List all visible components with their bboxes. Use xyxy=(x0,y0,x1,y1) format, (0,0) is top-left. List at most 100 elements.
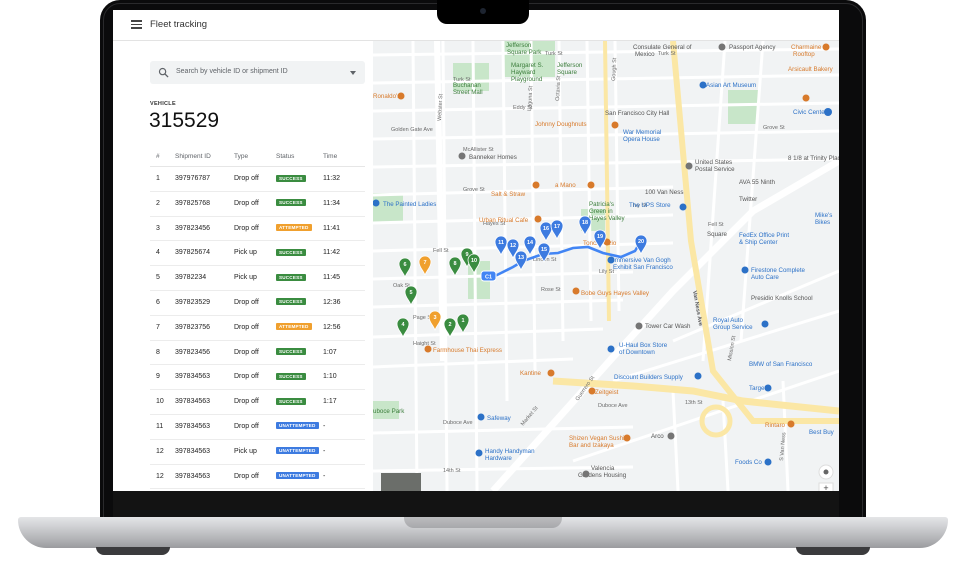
poi-label: AVA 55 Ninth xyxy=(739,179,775,186)
poi-label: Group Service xyxy=(713,324,753,331)
locate-icon xyxy=(823,469,829,475)
status-badge: ATTEMPTED xyxy=(276,323,312,331)
stop-marker-label: 15 xyxy=(541,247,547,253)
vehicle-label: VEHICLE xyxy=(150,101,176,107)
row-shipment-id: 397823456 xyxy=(175,348,211,356)
locate-button[interactable] xyxy=(818,464,834,480)
side-panel: Search by vehicle ID or shipment ID VEHI… xyxy=(113,41,373,491)
poi-label: uboce Park xyxy=(373,408,405,415)
row-type: Drop off xyxy=(234,422,259,430)
table-row[interactable]: 6 397823529 Drop off SUCCESS 12:36 xyxy=(150,291,365,316)
stop-marker-label: 13 xyxy=(518,255,524,261)
row-time: - xyxy=(323,447,326,455)
poi-label: Margaret S. xyxy=(511,62,544,69)
poi-label: Foods Co xyxy=(735,459,762,466)
map-canvas[interactable]: Turk St Eddy St McAllister St Grove St H… xyxy=(373,41,839,491)
poi-pin-icon[interactable] xyxy=(667,432,675,440)
poi-label: United States xyxy=(695,159,732,166)
row-shipment-id: 397834563 xyxy=(175,373,211,381)
table-row[interactable]: 12 397834563 Drop off UNATTEMPTED - xyxy=(150,465,365,490)
poi-label: Postal Service xyxy=(695,166,735,173)
table-row[interactable]: 7 397823756 Drop off ATTEMPTED 12:56 xyxy=(150,316,365,341)
shop-pin-icon[interactable] xyxy=(741,266,749,274)
street-label: Duboce Ave xyxy=(598,403,628,409)
table-row[interactable]: 2 397825768 Drop off SUCCESS 11:34 xyxy=(150,192,365,217)
camera-icon xyxy=(480,8,486,14)
shop-pin-icon[interactable] xyxy=(679,203,687,211)
food-pin-icon[interactable] xyxy=(534,215,542,223)
row-time: 12:36 xyxy=(323,298,341,306)
table-row[interactable]: 10 397834563 Drop off SUCCESS 1:17 xyxy=(150,390,365,415)
row-number: 9 xyxy=(156,373,160,381)
table-row[interactable]: 8 397823456 Drop off SUCCESS 1:07 xyxy=(150,341,365,366)
table-row[interactable]: 12 397834563 Pick up UNATTEMPTED - xyxy=(150,440,365,465)
search-input[interactable]: Search by vehicle ID or shipment ID xyxy=(150,61,365,84)
header-time: Time xyxy=(323,153,338,160)
poi-pin-icon[interactable] xyxy=(718,43,726,51)
row-time: 11:42 xyxy=(323,249,340,257)
poi-label: Firestone Complete xyxy=(751,267,806,274)
shop-pin-icon[interactable] xyxy=(764,458,772,466)
food-pin-icon[interactable] xyxy=(572,287,580,295)
table-row[interactable]: 11 397834563 Drop off UNATTEMPTED - xyxy=(150,415,365,440)
food-pin-icon[interactable] xyxy=(787,420,795,428)
food-pin-icon[interactable] xyxy=(587,181,595,189)
poi-pin-icon[interactable] xyxy=(685,162,693,170)
row-number: 4 xyxy=(156,249,160,257)
poi-label: Banneker Homes xyxy=(469,154,517,161)
row-number: 1 xyxy=(156,175,160,182)
table-row[interactable]: 4 397825674 Pick up SUCCESS 11:42 xyxy=(150,241,365,267)
shop-pin-icon[interactable] xyxy=(761,320,769,328)
poi-pin-icon[interactable] xyxy=(582,470,590,478)
table-row[interactable]: 9 397834563 Drop off SUCCESS 1:10 xyxy=(150,365,365,391)
header-status: Status xyxy=(276,153,295,160)
stop-marker-label: 14 xyxy=(527,240,534,246)
food-pin-icon[interactable] xyxy=(822,43,830,51)
poi-label: Square Park xyxy=(507,49,542,56)
shipments-table: # Shipment ID Type Status Time 1 39797678… xyxy=(150,150,365,490)
food-pin-icon[interactable] xyxy=(397,92,405,100)
shop-pin-icon[interactable] xyxy=(477,413,485,421)
table-row[interactable]: 5 39782234 Pick up SUCCESS 11:45 xyxy=(150,266,365,291)
laptop-chin xyxy=(113,491,839,517)
row-shipment-id: 397825768 xyxy=(175,199,211,207)
dropdown-caret-icon[interactable] xyxy=(350,71,356,75)
food-pin-icon[interactable] xyxy=(424,345,432,353)
shop-pin-icon[interactable] xyxy=(694,372,702,380)
shop-pin-icon[interactable] xyxy=(764,384,772,392)
map-view[interactable]: Turk St Eddy St McAllister St Grove St H… xyxy=(373,41,839,491)
poi-label: & Ship Center xyxy=(739,239,778,246)
food-pin-icon[interactable] xyxy=(623,434,631,442)
transit-icon[interactable] xyxy=(824,108,832,116)
poi-label: Johnny Doughnuts xyxy=(535,121,587,128)
museum-pin-icon[interactable] xyxy=(699,81,707,89)
row-time: - xyxy=(323,422,326,430)
food-pin-icon[interactable] xyxy=(802,94,810,102)
food-pin-icon[interactable] xyxy=(547,369,555,377)
zoom-in-icon: + xyxy=(823,483,828,491)
poi-pin-icon[interactable] xyxy=(635,322,643,330)
row-type: Drop off xyxy=(234,224,259,232)
stop-marker-label: 2 xyxy=(448,322,451,328)
table-row[interactable]: 3 397823456 Drop off ATTEMPTED 11:41 xyxy=(150,217,365,242)
hamburger-menu-icon[interactable] xyxy=(131,20,142,29)
shop-pin-icon[interactable] xyxy=(475,449,483,457)
zoom-in-button[interactable]: + xyxy=(818,482,834,491)
table-row[interactable]: 1 397976787 Drop off SUCCESS 11:32 xyxy=(150,167,365,192)
table-header: # Shipment ID Type Status Time xyxy=(150,150,365,167)
street-label: McAllister St xyxy=(463,147,494,153)
food-pin-icon[interactable] xyxy=(611,121,619,129)
row-number: 6 xyxy=(156,298,160,306)
street-label: Gough St xyxy=(611,57,618,81)
park-area xyxy=(373,193,403,223)
row-shipment-id: 397834563 xyxy=(175,472,211,480)
poi-label: U-Haul Box Store xyxy=(619,342,668,349)
poi-label: Auto Care xyxy=(751,274,779,281)
poi-pin-icon[interactable] xyxy=(607,256,615,264)
street-view-thumbnail[interactable] xyxy=(381,473,421,491)
vehicle-marker[interactable]: C1 xyxy=(480,270,497,282)
food-pin-icon[interactable] xyxy=(532,181,540,189)
poi-pin-icon[interactable] xyxy=(458,152,466,160)
shop-pin-icon[interactable] xyxy=(607,345,615,353)
food-pin-icon[interactable] xyxy=(588,387,596,395)
